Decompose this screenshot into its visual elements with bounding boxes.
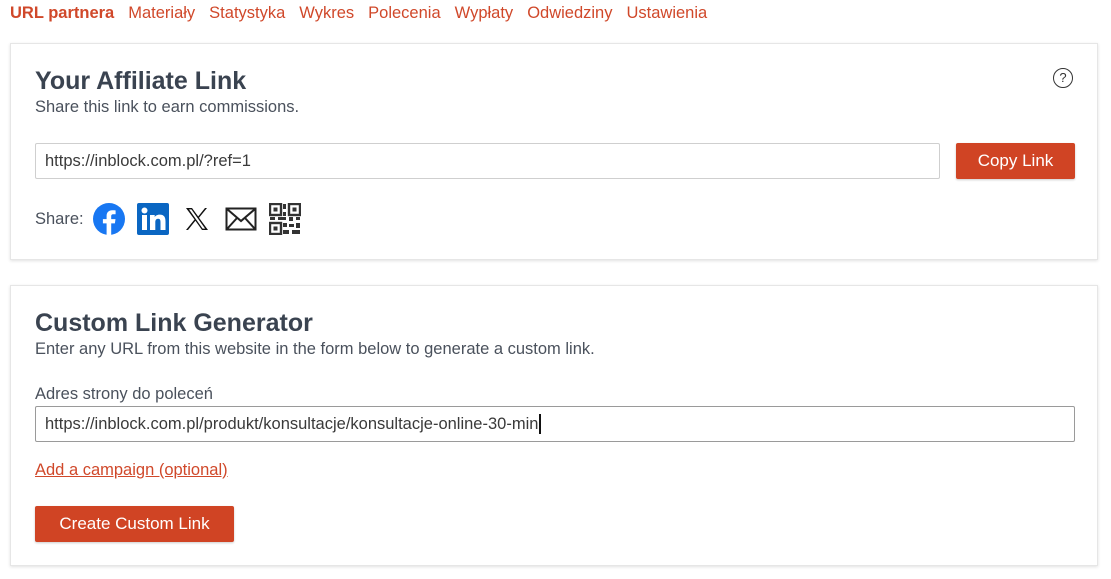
linkedin-icon[interactable] xyxy=(136,202,170,236)
page-url-input[interactable]: https://inblock.com.pl/produkt/konsultac… xyxy=(35,406,1075,442)
share-row: Share: xyxy=(35,202,312,236)
page-url-label: Adres strony do poleceń xyxy=(35,385,213,403)
copy-link-button[interactable]: Copy Link xyxy=(956,143,1075,179)
affiliate-link-card: Your Affiliate Link Share this link to e… xyxy=(10,43,1098,260)
nav-item-wyplaty[interactable]: Wypłaty xyxy=(455,4,514,23)
facebook-icon[interactable] xyxy=(92,202,126,236)
nav-item-odwiedziny[interactable]: Odwiedziny xyxy=(527,4,612,23)
custom-link-generator-subtitle: Enter any URL from this website in the f… xyxy=(35,340,595,358)
nav-item-polecenia[interactable]: Polecenia xyxy=(368,4,440,23)
create-custom-link-button[interactable]: Create Custom Link xyxy=(35,506,234,542)
custom-link-generator-card: Custom Link Generator Enter any URL from… xyxy=(10,285,1098,566)
nav-item-wykres[interactable]: Wykres xyxy=(299,4,354,23)
nav-item-url-partnera[interactable]: URL partnera xyxy=(10,4,114,23)
email-icon[interactable] xyxy=(224,202,258,236)
nav-item-materialy[interactable]: Materiały xyxy=(128,4,195,23)
qr-code-icon[interactable] xyxy=(268,202,302,236)
share-label: Share: xyxy=(35,209,84,228)
add-campaign-link[interactable]: Add a campaign (optional) xyxy=(35,461,228,480)
nav-item-statystyka[interactable]: Statystyka xyxy=(209,4,285,23)
page-url-value: https://inblock.com.pl/produkt/konsultac… xyxy=(45,414,539,433)
x-icon[interactable] xyxy=(180,202,214,236)
question-circle-icon[interactable]: ? xyxy=(1053,68,1073,88)
affiliate-link-title: Your Affiliate Link xyxy=(35,67,247,95)
top-nav: URL partnera Materiały Statystyka Wykres… xyxy=(10,2,721,24)
custom-link-generator-title: Custom Link Generator xyxy=(35,309,313,337)
nav-item-ustawienia[interactable]: Ustawienia xyxy=(626,4,707,23)
text-caret xyxy=(539,414,541,434)
affiliate-link-subtitle: Share this link to earn commissions. xyxy=(35,98,300,116)
affiliate-link-input[interactable]: https://inblock.com.pl/?ref=1 xyxy=(35,143,940,179)
